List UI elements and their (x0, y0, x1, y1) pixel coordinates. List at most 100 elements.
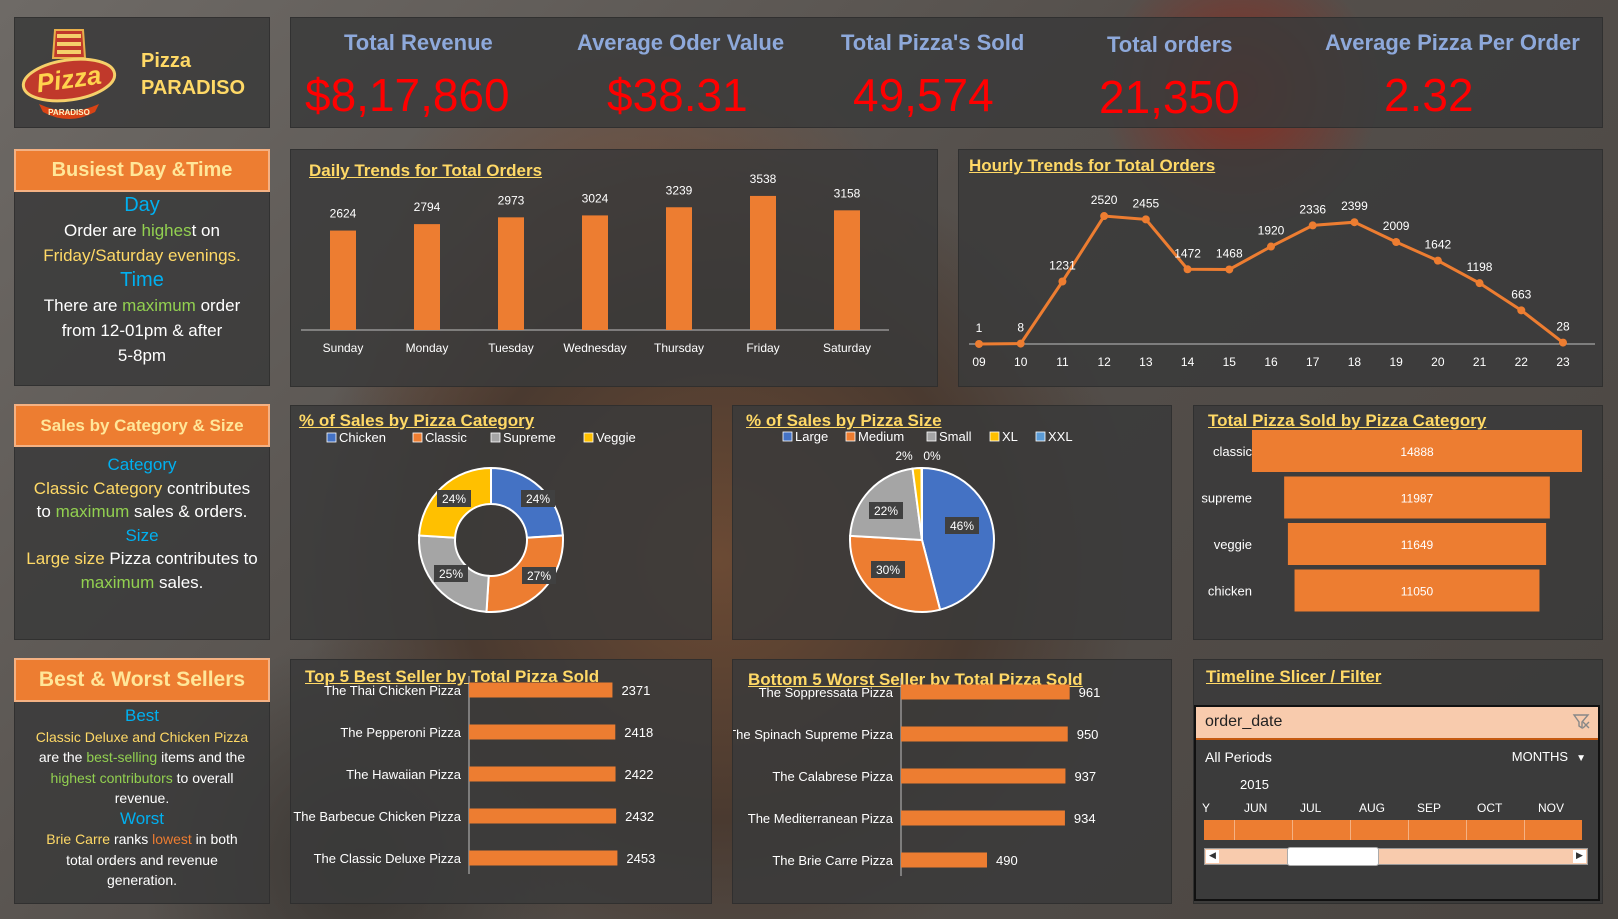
timeline-months: Y JUN JUL AUG SEP OCT NOV (1196, 801, 1598, 817)
size-pie-chart: Large Medium Small XL XXL 46% 30% 22% 2% 0% (782, 429, 1073, 613)
best-worst-header: Best & Worst Sellers (14, 658, 270, 702)
kpi-title-average-order-value: Average Oder Value (577, 30, 785, 55)
data-label: 3158 (834, 186, 861, 200)
x-tick-label: 22 (1515, 355, 1529, 369)
timeline-month-label[interactable]: JUN (1244, 801, 1267, 815)
timeline-header: order_date (1196, 707, 1598, 740)
data-label: 3239 (666, 183, 693, 197)
svg-text:PARADISO: PARADISO (48, 108, 90, 117)
kpi-title-total-orders: Total orders (1107, 32, 1233, 57)
y-tick-label: The Classic Deluxe Pizza (314, 851, 462, 866)
kpi-value-total-revenue: $8,17,860 (305, 69, 510, 121)
bar (414, 224, 440, 330)
timeline-unit-dropdown[interactable]: MONTHS ▼ (1512, 749, 1586, 764)
busiest-body: Day Order are highest on Friday/Saturday… (14, 193, 270, 368)
data-label: 937 (1074, 769, 1096, 784)
timeline-slicer[interactable]: order_date All Periods MONTHS ▼ 2015 Y JUN… (1194, 705, 1600, 901)
kpi-value-total-pizzas-sold: 49,574 (853, 69, 994, 121)
x-tick-label: 12 (1097, 355, 1111, 369)
timeline-month-divider (1350, 820, 1351, 840)
worst-text: Brie Carre ranks lowest in both (46, 831, 238, 847)
x-tick-label: Saturday (823, 341, 871, 355)
legend-label: Classic (425, 430, 467, 445)
worst-text-3: generation. (106, 872, 178, 888)
legend-swatch (782, 431, 793, 442)
daily-trends-panel: Daily Trends for Total Orders 2624 Sunday… (290, 149, 938, 387)
scroll-right-icon[interactable]: ▶ (1573, 850, 1586, 863)
top5-panel: Top 5 Best Seller by Total Pizza Sold 23… (290, 659, 712, 904)
day-heading: Day (124, 194, 160, 216)
x-tick-label: 09 (972, 355, 986, 369)
bar (750, 195, 776, 330)
category-sold-panel: Total Pizza Sold by Pizza Category 14888… (1193, 405, 1603, 640)
clear-filter-icon[interactable] (1572, 712, 1590, 730)
bar (901, 726, 1068, 742)
kpi-title-total-revenue: Total Revenue (344, 30, 493, 55)
sales-cat-size-header: Sales by Category & Size (14, 404, 270, 447)
y-tick-label: The Hawaiian Pizza (346, 767, 462, 782)
hourly-trends-chart: 1098101231112520122455131472141468151920… (969, 193, 1595, 369)
timeline-month-divider (1234, 820, 1235, 840)
legend-swatch (490, 432, 501, 443)
legend-label: Medium (858, 429, 904, 444)
x-tick-label: 10 (1014, 355, 1028, 369)
y-tick-label: chicken (1208, 584, 1252, 599)
timeline-month-label[interactable]: Y (1202, 801, 1210, 815)
legend-swatch (1035, 431, 1046, 442)
timeline-month-label[interactable]: OCT (1477, 801, 1502, 815)
time-text: There are maximum order (43, 296, 241, 315)
x-tick-label: Monday (406, 341, 449, 355)
kpi-value-average-order-value: $38.31 (607, 69, 748, 121)
brand-name: Pizza PARADISO (141, 50, 246, 99)
y-tick-label: The Barbecue Chicken Pizza (293, 809, 461, 824)
category-text: Classic Category contributes (33, 478, 251, 498)
timeline-month-label[interactable]: SEP (1417, 801, 1441, 815)
x-tick-label: 14 (1181, 355, 1195, 369)
bar (469, 850, 618, 866)
y-tick-label: The Mediterranean Pizza (748, 811, 894, 826)
x-tick-label: 17 (1306, 355, 1320, 369)
data-label: 22% (874, 504, 898, 518)
data-point (1559, 338, 1567, 347)
scroll-thumb[interactable] (1287, 847, 1379, 866)
data-point (1350, 218, 1359, 227)
data-point (975, 339, 983, 348)
data-point (1225, 265, 1234, 274)
x-tick-label: 23 (1556, 355, 1570, 369)
data-label: 2422 (625, 767, 654, 782)
data-label: 11649 (1401, 538, 1434, 552)
timeline-month-label[interactable]: JUL (1300, 801, 1321, 815)
y-tick-label: The Calabrese Pizza (772, 769, 893, 784)
best-text-3: highest contributors to overall (50, 769, 234, 786)
scroll-left-icon[interactable]: ◀ (1206, 850, 1219, 863)
bar (901, 768, 1066, 784)
data-label: 46% (950, 519, 974, 533)
data-label: 490 (996, 853, 1018, 868)
data-point (1016, 339, 1025, 348)
data-label: 1920 (1258, 224, 1285, 238)
bar (901, 684, 1070, 700)
worst-heading: Worst (119, 808, 165, 828)
data-label: 961 (1079, 685, 1101, 700)
timeline-bar[interactable] (1204, 820, 1582, 840)
data-label: 2009 (1383, 219, 1410, 233)
bar (469, 724, 616, 740)
y-tick-label: The Soppressata Pizza (759, 685, 894, 700)
timeline-month-label[interactable]: NOV (1538, 801, 1564, 815)
kpi-value-average-pizza-per-order: 2.32 (1384, 69, 1474, 121)
data-label: 663 (1511, 287, 1531, 301)
data-label: 2399 (1341, 199, 1368, 213)
timeline-scrollbar[interactable]: ◀ ▶ (1204, 847, 1588, 866)
kpi-title-total-pizzas-sold: Total Pizza's Sold (841, 30, 1025, 55)
data-label: 27% (527, 569, 551, 583)
bar (469, 808, 617, 824)
size-pie-panel: % of Sales by Pizza Size Large Medium Smal… (732, 405, 1172, 640)
kpi-title-average-pizza-per-order: Average Pizza Per Order (1325, 30, 1580, 55)
time-text-2: from 12-01pm & after (61, 321, 223, 340)
data-label: 1472 (1174, 246, 1201, 260)
category-pie-panel: % of Sales by Pizza Category Chicken Clas… (290, 405, 712, 640)
worst-text-2: total orders and revenue (66, 851, 218, 868)
daily-trends-chart: 2624 Sunday 2794 Monday 2973 Tuesday 3024 Wedne… (301, 172, 889, 355)
category-heading: Category (107, 455, 177, 474)
timeline-month-label[interactable]: AUG (1359, 801, 1385, 815)
